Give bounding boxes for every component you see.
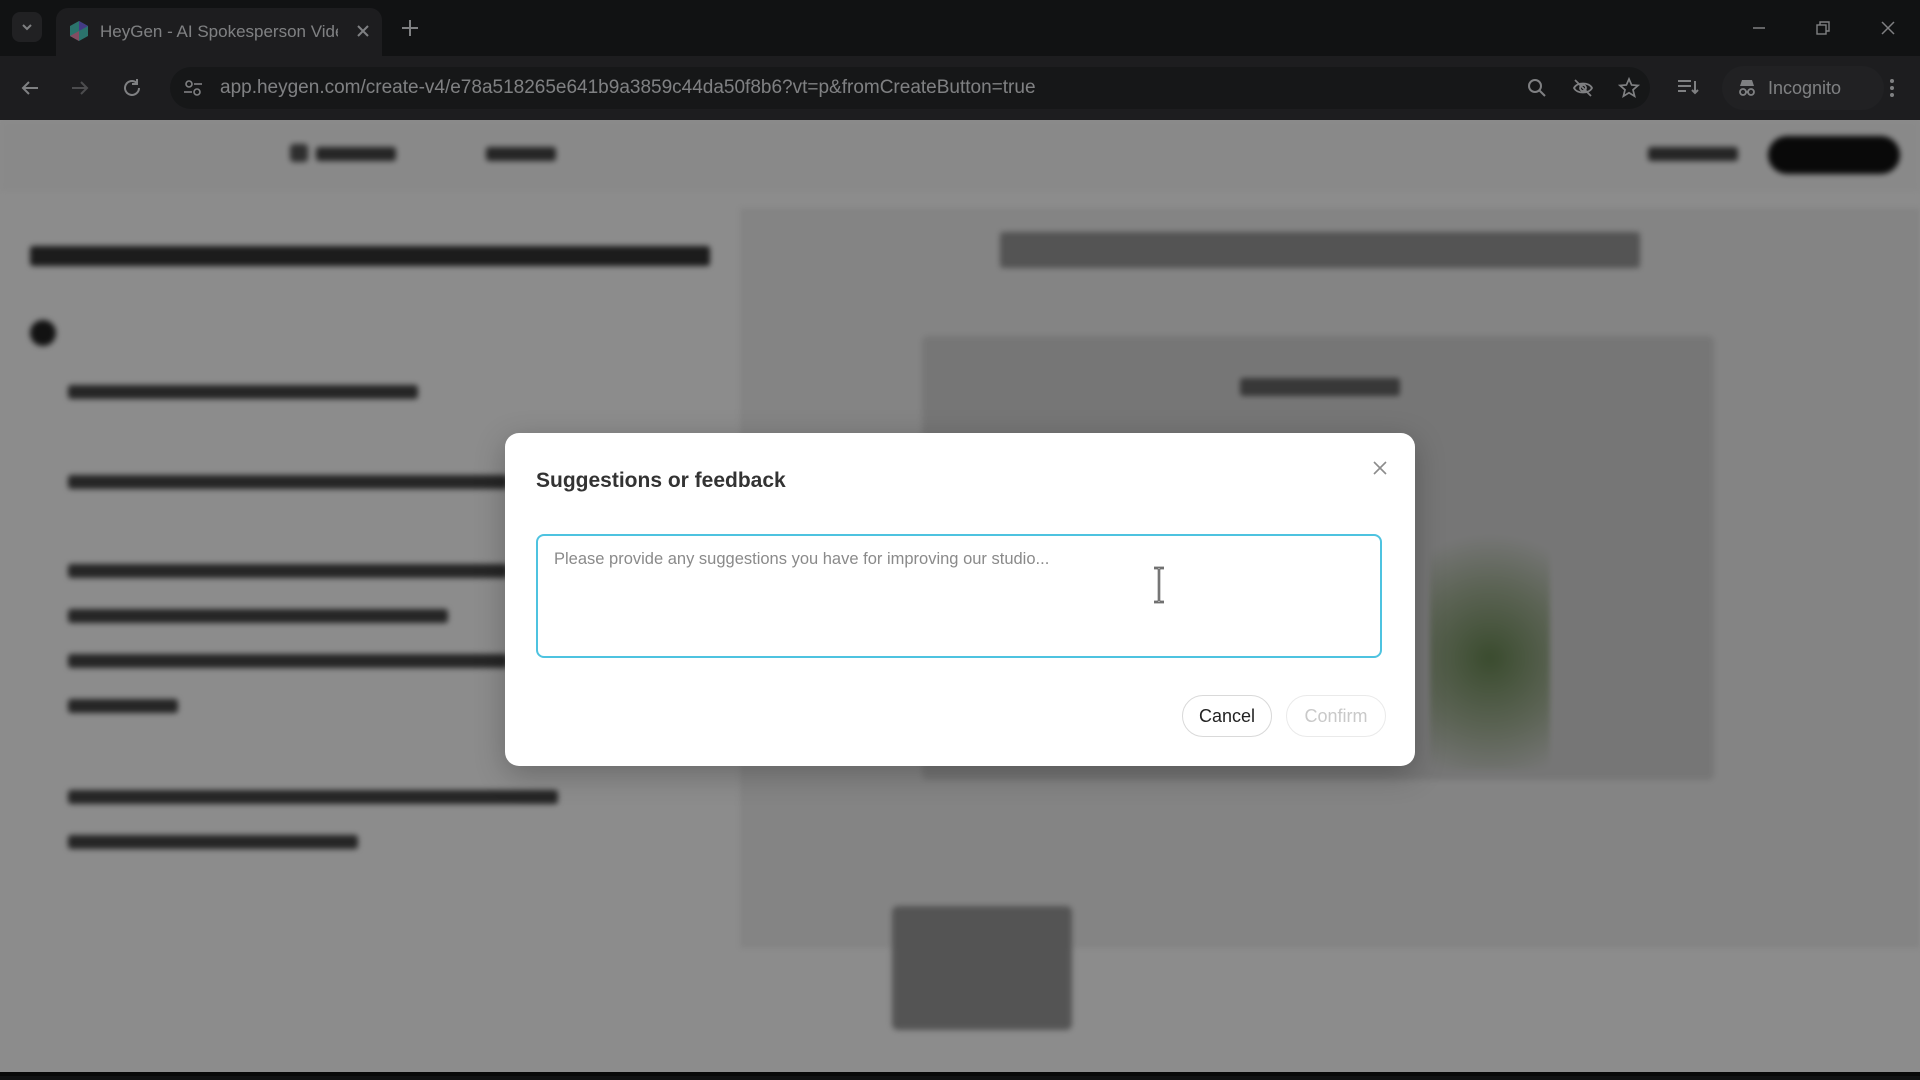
- dialog-title: Suggestions or feedback: [536, 469, 786, 492]
- feedback-textarea[interactable]: [536, 534, 1382, 658]
- text-cursor-icon: [1154, 566, 1164, 604]
- dialog-close-button[interactable]: [1367, 455, 1393, 481]
- close-icon: [1373, 461, 1387, 475]
- confirm-button[interactable]: Confirm: [1286, 695, 1386, 737]
- feedback-dialog: Suggestions or feedback Cancel Confirm: [505, 433, 1415, 766]
- cancel-button[interactable]: Cancel: [1182, 695, 1272, 737]
